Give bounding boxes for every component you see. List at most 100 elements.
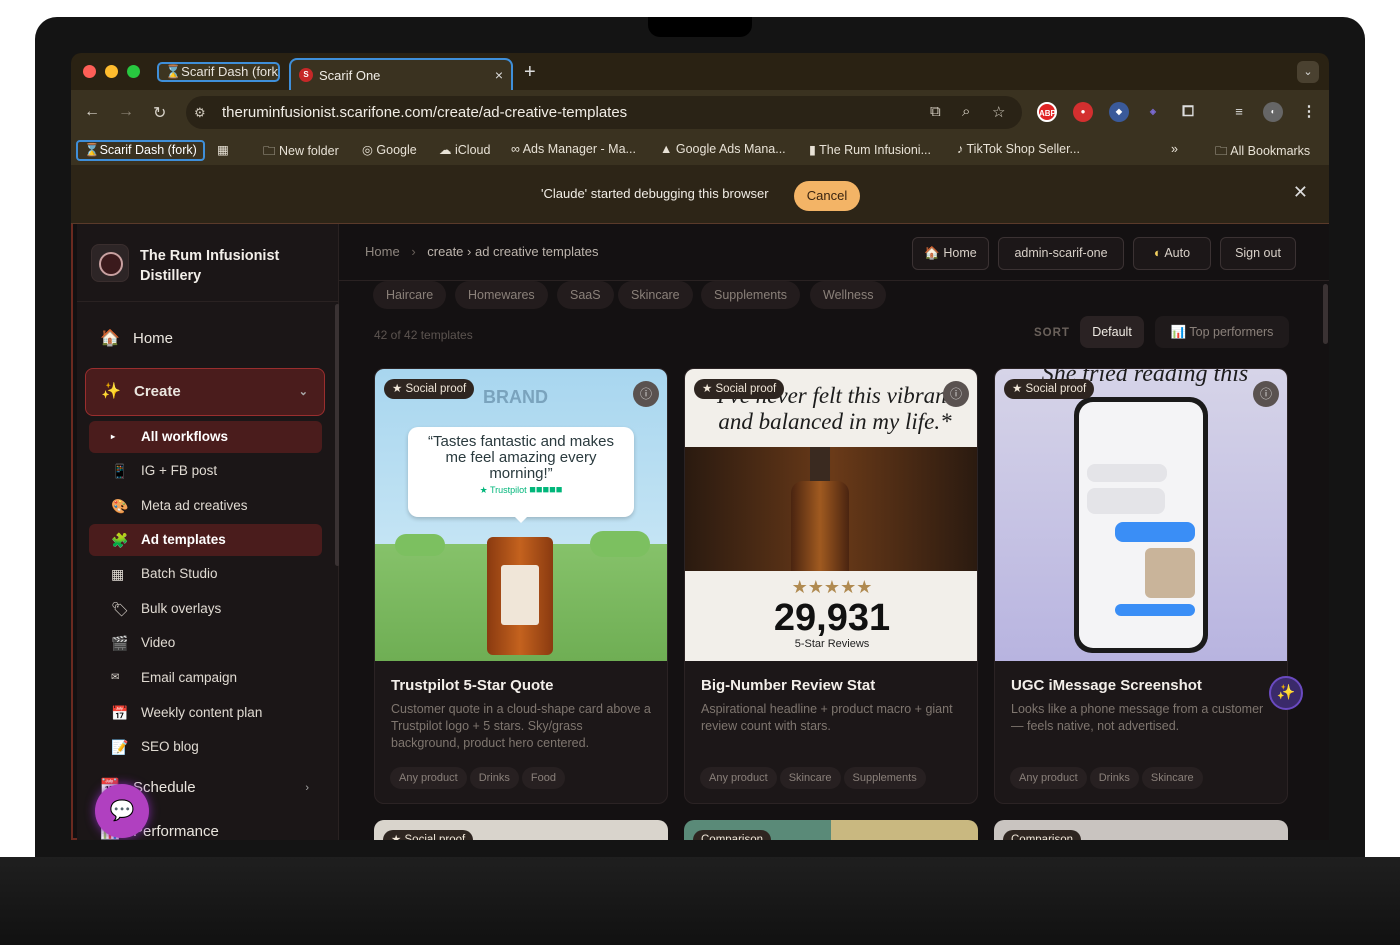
sidebar-item-ad-templates[interactable]: 🧩 Ad templates <box>89 524 322 556</box>
all-bookmarks[interactable]: 🗀 All Bookmarks <box>1215 142 1310 163</box>
header-home-button[interactable]: 🏠 Home <box>912 237 989 270</box>
main-scrollbar[interactable] <box>1323 284 1328 344</box>
tab-scarif-one[interactable]: S Scarif One × <box>289 58 513 91</box>
tab-search-button[interactable]: ⌄ <box>1297 61 1319 83</box>
sidebar-item-video[interactable]: 🎬 Video <box>89 627 322 659</box>
filter-homewares[interactable]: Homewares <box>455 281 548 309</box>
sidebar-item-label: Email campaign <box>141 670 238 685</box>
art-bush <box>590 531 650 557</box>
chevron-down-icon: ⌄ <box>298 386 308 398</box>
site-settings-icon[interactable]: ⚙ <box>194 105 210 121</box>
filter-wellness[interactable]: Wellness <box>810 281 887 309</box>
card-preview-image: BRAND “Tastes fantastic and makes me fee… <box>375 369 667 661</box>
minimize-window-button[interactable] <box>105 65 118 78</box>
sidebar-item-bulk-overlays[interactable]: 🏷 Bulk overlays <box>89 593 322 625</box>
chat-launcher-button[interactable]: 💬 <box>95 784 149 838</box>
new-tab-button[interactable]: + <box>524 61 536 84</box>
card-tags: Any product Drinks Food <box>390 767 568 789</box>
sidebar-item-batch-studio[interactable]: ▦ Batch Studio <box>89 558 322 590</box>
sidebar-item-all-workflows[interactable]: ▸ All workflows <box>89 421 322 453</box>
nav-home[interactable]: 🏠 Home <box>85 320 325 358</box>
tab-scarif-dash[interactable]: ⌛Scarif Dash (fork) <box>157 62 280 82</box>
extension-purple-icon[interactable]: ◈ <box>1143 102 1163 122</box>
reload-icon[interactable]: ↻ <box>153 103 166 123</box>
url-text[interactable]: theruminfusionist.scarifone.com/create/a… <box>222 104 627 121</box>
extensions-puzzle-icon[interactable]: ⧠ <box>1178 102 1198 122</box>
back-icon[interactable]: ← <box>84 103 100 121</box>
cancel-debugging-button[interactable]: Cancel <box>794 181 860 211</box>
template-card-stub[interactable]: ★ Social proof <box>374 820 668 840</box>
debugging-infobar: 'Claude' started debugging this browser … <box>71 165 1329 224</box>
template-card-stub[interactable]: Comparison <box>684 820 978 840</box>
address-bar[interactable]: ⚙ theruminfusionist.scarifone.com/create… <box>186 96 1022 129</box>
filter-haircare[interactable]: Haircare <box>373 281 447 309</box>
info-icon[interactable]: ⓘ <box>633 381 659 407</box>
card-tags: Any product Skincare Supplements <box>700 767 929 789</box>
bookmarks-overflow-icon[interactable]: » <box>1171 142 1178 156</box>
label-icon: 🏷 <box>111 601 129 617</box>
bookmark-ads-manager[interactable]: ∞ Ads Manager - Ma... <box>511 142 636 156</box>
template-card-trustpilot[interactable]: BRAND “Tastes fantastic and makes me fee… <box>374 368 668 804</box>
filter-skincare[interactable]: Skincare <box>618 281 693 309</box>
zoom-icon[interactable]: ⌕ <box>962 103 970 120</box>
tag: Any product <box>1010 767 1087 789</box>
tag: Drinks <box>469 767 519 789</box>
art-review-number: 29,931 <box>773 597 891 639</box>
art-quote-tail <box>513 515 529 531</box>
filter-supplements[interactable]: Supplements <box>701 281 800 309</box>
apps-grid-icon[interactable]: ▦ <box>217 142 229 157</box>
sidebar-item-email-campaign[interactable]: ✉ Email campaign <box>89 662 322 694</box>
tag: Skincare <box>1141 767 1203 789</box>
reading-list-icon[interactable]: ≡ <box>1229 102 1249 122</box>
template-card-imessage[interactable]: She tried reading this ★ Social proof ⓘ <box>994 368 1288 804</box>
close-window-button[interactable] <box>83 65 96 78</box>
sidebar-item-seo-blog[interactable]: 📝 SEO blog <box>89 731 322 763</box>
bookmark-new-folder[interactable]: 🗀 New folder <box>263 142 339 163</box>
install-app-icon[interactable]: ⧉ <box>930 103 941 120</box>
bookmark-rum-infusionist[interactable]: ▮ The Rum Infusioni... <box>809 142 931 157</box>
profile-avatar[interactable]: ◐ <box>1263 102 1283 122</box>
sidebar-item-weekly-content-plan[interactable]: 📅 Weekly content plan <box>89 697 322 729</box>
chat-bubble-icon: 💬 <box>109 800 135 822</box>
bookmark-star-icon[interactable]: ☆ <box>992 103 1005 121</box>
theme-toggle-button[interactable]: ◐ Auto <box>1133 237 1211 270</box>
filter-saas[interactable]: SaaS <box>557 281 614 309</box>
sign-out-button[interactable]: Sign out <box>1220 237 1296 270</box>
card-badge: ★ Social proof <box>383 830 474 840</box>
sidebar-item-meta-ad-creatives[interactable]: 🎨 Meta ad creatives <box>89 490 322 522</box>
shield-extension-icon[interactable]: ◆ <box>1109 102 1129 122</box>
info-icon[interactable]: ⓘ <box>943 381 969 407</box>
sidebar-item-ig-fb-post[interactable]: 📱 IG + FB post <box>89 455 322 487</box>
close-tab-icon[interactable]: × <box>495 67 503 83</box>
close-infobar-icon[interactable]: ✕ <box>1293 182 1308 203</box>
forward-icon[interactable]: → <box>118 103 134 121</box>
template-card-big-number[interactable]: I've never felt this vibrant and balance… <box>684 368 978 804</box>
bookmark-google[interactable]: ◎ Google <box>362 142 417 157</box>
art-stars: ★★★★★ <box>791 577 873 597</box>
breadcrumb-home[interactable]: Home <box>365 244 400 259</box>
phone-icon: 📱 <box>111 463 129 479</box>
card-badge: Comparison <box>1003 830 1081 840</box>
calendar-icon: 📅 <box>111 705 129 721</box>
ai-assist-button[interactable]: ✨ <box>1269 676 1303 710</box>
adblock-plus-icon[interactable]: ABP <box>1037 102 1057 122</box>
bookmark-google-ads[interactable]: ▲ Google Ads Mana... <box>660 142 786 156</box>
bookmark-icloud[interactable]: ☁ iCloud <box>439 142 490 157</box>
sort-default-button[interactable]: Default <box>1080 316 1144 348</box>
chrome-menu-icon[interactable]: ⋮ <box>1299 102 1319 122</box>
extension-red-icon[interactable]: ● <box>1073 102 1093 122</box>
template-count: 42 of 42 templates <box>374 328 473 342</box>
art-brand-text: BRAND <box>483 387 548 407</box>
sort-top-performers-button[interactable]: 📊 Top performers <box>1155 316 1289 348</box>
account-button[interactable]: admin-scarif-one <box>998 237 1124 270</box>
zoom-window-button[interactable] <box>127 65 140 78</box>
art-quote-text: “Tastes fantastic and makes me feel amaz… <box>428 433 614 482</box>
bookmark-scarif-dash[interactable]: ⌛Scarif Dash (fork) <box>76 140 205 161</box>
nav-create[interactable]: ✨ Create ⌄ <box>85 368 325 416</box>
info-icon[interactable]: ⓘ <box>1253 381 1279 407</box>
tab-strip: ⌛Scarif Dash (fork) S Scarif One × + ⌄ <box>71 53 1329 91</box>
bookmark-tiktok[interactable]: ♪ TikTok Shop Seller... <box>957 142 1080 156</box>
art-candle-jar <box>487 537 553 655</box>
template-card-stub[interactable]: Comparison <box>994 820 1288 840</box>
card-tags: Any product Drinks Skincare <box>1010 767 1206 789</box>
